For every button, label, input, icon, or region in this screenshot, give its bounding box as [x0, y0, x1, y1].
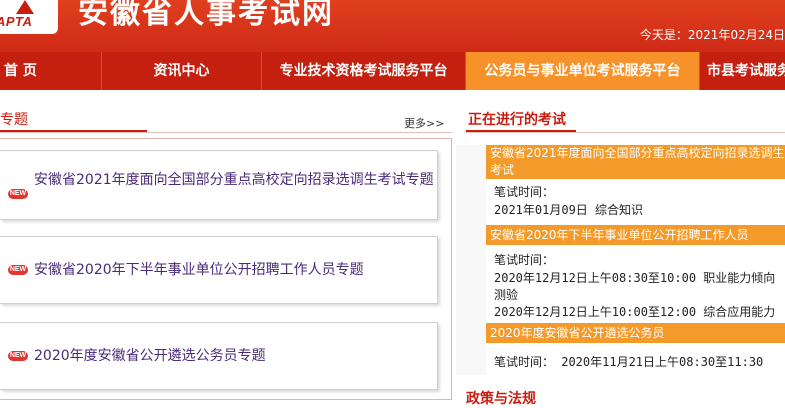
site-header: APTA 安徽省人事考试网 今天是：2021年02月24日	[0, 0, 785, 52]
exam-schedule-line: 2020年12月12日上午08:30至10:00 职业能力倾向	[494, 271, 776, 285]
exam-written-label: 笔试时间：	[494, 185, 555, 199]
topics-title: 专题	[0, 112, 28, 128]
divider	[466, 132, 785, 133]
topic-link[interactable]: 安徽省2021年度面向全国部分重点高校定向招录选调生考试专题	[34, 171, 434, 189]
topic-link[interactable]: 安徽省2020年下半年事业单位公开招聘工作人员专题	[34, 261, 434, 279]
exams-side-strip	[456, 145, 486, 375]
main-nav: 首 页 资讯中心 专业技术资格考试服务平台 公务员与事业单位考试服务平台 市县考…	[0, 52, 785, 90]
topic-card[interactable]: NEW 安徽省2020年下半年事业单位公开招聘工作人员专题	[0, 236, 438, 304]
topic-card[interactable]: NEW 安徽省2021年度面向全国部分重点高校定向招录选调生考试专题	[0, 150, 438, 220]
exam-written-label: 笔试时间：	[494, 253, 555, 267]
exam-schedule-line: 测验	[494, 288, 519, 302]
new-badge-icon: NEW	[8, 351, 28, 361]
nav-item-news[interactable]: 资讯中心	[102, 52, 262, 90]
exam-schedule-line: 笔试时间： 2020年11月21日上午08:30至11:30	[494, 355, 764, 369]
nav-item-professional[interactable]: 专业技术资格考试服务平台	[262, 52, 466, 90]
exam-schedule-line: 2021年01月09日 综合知识	[494, 203, 644, 217]
exam-title-bar[interactable]: 2020年度安徽省公开遴选公务员	[486, 323, 785, 343]
logo-text: APTA	[0, 14, 33, 29]
site-logo[interactable]: APTA	[0, 0, 58, 34]
new-badge-icon: NEW	[8, 189, 28, 199]
today-date: 今天是：2021年02月24日	[639, 28, 785, 42]
exam-name-line: 安徽省2021年度面向全国部分重点高校定向招录选调生	[490, 146, 785, 160]
exams-title: 正在进行的考试	[468, 112, 566, 128]
more-link[interactable]: 更多>>	[404, 115, 444, 131]
exam-title-bar[interactable]: 安徽省2021年度面向全国部分重点高校定向招录选调生 考试	[486, 145, 785, 179]
site-title: 安徽省人事考试网	[78, 0, 334, 31]
exams-header: 正在进行的考试	[466, 101, 785, 133]
topics-header: 专题 更多>>	[0, 101, 452, 133]
logo-mark-icon	[16, 0, 34, 14]
exam-list: 安徽省2021年度面向全国部分重点高校定向招录选调生 考试 笔试时间： 2021…	[486, 145, 785, 375]
new-badge-icon: NEW	[8, 265, 28, 275]
nav-item-county[interactable]: 市县考试服务	[700, 52, 785, 90]
nav-item-civil-service[interactable]: 公务员与事业单位考试服务平台	[466, 52, 700, 90]
policy-title: 政策与法规	[466, 391, 536, 407]
topic-link[interactable]: 2020年度安徽省公开遴选公务员专题	[34, 347, 434, 365]
exam-name-line: 考试	[490, 163, 515, 177]
topic-card[interactable]: NEW 2020年度安徽省公开遴选公务员专题	[0, 322, 438, 390]
divider	[0, 132, 452, 133]
exam-schedule-line: 2020年12月12日上午10:00至12:00 综合应用能力	[494, 305, 776, 319]
topics-panel: NEW 安徽省2021年度面向全国部分重点高校定向招录选调生考试专题 NEW 安…	[0, 138, 452, 400]
nav-item-home[interactable]: 首 页	[0, 52, 102, 90]
exam-title-bar[interactable]: 安徽省2020年下半年事业单位公开招聘工作人员	[486, 225, 785, 245]
